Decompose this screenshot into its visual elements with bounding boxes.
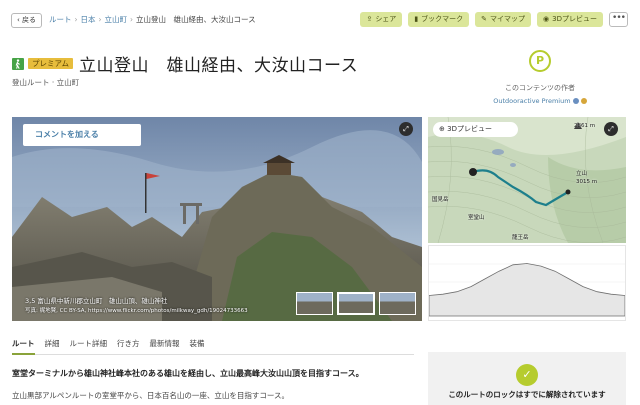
mymap-label: マイマップ (490, 15, 526, 23)
map-expand-icon[interactable]: ⤢ (604, 122, 618, 136)
expand-icon[interactable]: ⤢ (399, 122, 413, 136)
route-description: 立山黒部アルペンルートの室堂平から、日本百名山の一座、立山を目指すコース。 (12, 391, 290, 400)
3d-icon: ◉ (543, 15, 550, 23)
map-label: 国見岳 (432, 197, 449, 203)
share-icon: ⇪ (366, 15, 373, 23)
share-button[interactable]: ⇪ シェア (360, 12, 403, 27)
photo-credit[interactable]: 写真: 梶地賢, CC BY-SA, https://www.flickr.co… (25, 306, 248, 316)
route-map[interactable]: ⊕ 3Dプレビュー ⤢ 国見岳 室堂山 立山 3015 m 龍王岳 2861 m (428, 117, 626, 243)
photo-thumbnails (296, 292, 416, 315)
author-name-text: Outdooractive Premium (493, 97, 571, 105)
globe-icon: ⊕ (439, 125, 445, 133)
breadcrumb-item[interactable]: 立山町 (105, 15, 128, 24)
breadcrumb-item[interactable]: 日本 (81, 15, 96, 24)
top-bar: ‹ 戻る ルート › 日本 › 立山町 › 立山登山 雄山経由、大汝山コース ⇪ シェア ▮ ブ… (0, 0, 640, 40)
unlock-status-text: このルートのロックはすでに解除されています (448, 390, 606, 399)
route-photo[interactable]: コメントを加える ⤢ 3,5 富山県中新川郡立山町 雄山山頂、雄山神社 写真: … (12, 117, 422, 321)
map-label: 3015 m (576, 179, 598, 185)
bookmark-label: ブックマーク (421, 15, 464, 23)
map-3d-preview-label: 3Dプレビュー (447, 125, 492, 133)
breadcrumb: ルート › 日本 › 立山町 › 立山登山 雄山経由、大汝山コース (49, 15, 256, 25)
map-label: 龍王岳 (512, 235, 529, 241)
tab-route-details[interactable]: ルート詳細 (70, 338, 108, 355)
action-bar: ⇪ シェア ▮ ブックマーク ✎ マイマップ ◉ 3Dプレビュー ••• (360, 12, 628, 27)
elevation-area (428, 263, 626, 317)
tab-updates[interactable]: 最新情報 (150, 338, 180, 355)
map-icon: ✎ (481, 15, 488, 23)
author-logo-letter: P (535, 54, 545, 67)
premium-badge-icon (580, 98, 587, 104)
3d-preview-label: 3Dプレビュー (552, 15, 597, 23)
photo-caption: 3,5 富山県中新川郡立山町 雄山山頂、雄山神社 写真: 梶地賢, CC BY-… (25, 296, 248, 316)
breadcrumb-separator: › (130, 15, 133, 24)
unlock-status-box: ✓ このルートのロックはすでに解除されています (428, 352, 626, 405)
tab-details[interactable]: 詳細 (45, 338, 60, 355)
bookmark-button[interactable]: ▮ ブックマーク (408, 12, 470, 27)
content-tabs: ルート 詳細 ルート詳細 行き方 最新情報 装備 (12, 338, 414, 355)
map-label: 立山 (576, 171, 588, 177)
tab-equipment[interactable]: 装備 (190, 338, 205, 355)
author-name[interactable]: Outdooractive Premium (470, 97, 610, 105)
route-subtitle: 登山ルート · 立山町 (12, 78, 80, 87)
photo-caption-title: 3,5 富山県中新川郡立山町 雄山山頂、雄山神社 (25, 297, 168, 305)
breadcrumb-separator: › (74, 15, 78, 24)
map-3d-preview-button[interactable]: ⊕ 3Dプレビュー (433, 122, 518, 137)
author-block: P このコンテンツの作者 Outdooractive Premium (470, 50, 610, 105)
breadcrumb-current: 立山登山 雄山経由、大汝山コース (136, 15, 256, 24)
premium-badge: プレミアム (28, 58, 73, 69)
3d-preview-button[interactable]: ◉ 3Dプレビュー (537, 12, 603, 27)
hiking-icon (12, 57, 24, 70)
photo-thumbnail[interactable] (379, 292, 416, 315)
elevation-chart (428, 263, 626, 317)
check-icon: ✓ (516, 364, 538, 386)
map-label: 2861 m (574, 123, 596, 129)
tab-route[interactable]: ルート (12, 338, 35, 355)
author-logo[interactable]: P (529, 50, 551, 72)
title-row: プレミアム 立山登山 雄山経由、大汝山コース (12, 51, 358, 76)
elevation-profile[interactable] (428, 245, 626, 321)
mountain-photo-image (12, 117, 422, 321)
photo-thumbnail-selected[interactable] (337, 292, 375, 315)
mymap-button[interactable]: ✎ マイマップ (475, 12, 532, 27)
route-lead-text: 室堂ターミナルから雄山神社峰本社のある雄山を経由し、立山最高峰大汝山山頂を目指す… (12, 369, 364, 378)
more-options-button[interactable]: ••• (609, 12, 628, 27)
share-label: シェア (375, 15, 397, 23)
page-title: 立山登山 雄山経由、大汝山コース (78, 56, 359, 76)
map-label: 室堂山 (468, 215, 485, 221)
tab-directions[interactable]: 行き方 (117, 338, 140, 355)
author-caption: このコンテンツの作者 (505, 84, 575, 92)
add-comment-button[interactable]: コメントを加える (23, 124, 141, 146)
breadcrumb-item[interactable]: ルート (49, 15, 72, 24)
bookmark-icon: ▮ (414, 15, 419, 23)
back-button[interactable]: ‹ 戻る (11, 13, 43, 28)
breadcrumb-separator: › (98, 15, 102, 24)
photo-thumbnail[interactable] (296, 292, 333, 315)
verified-badge-icon (572, 98, 579, 104)
